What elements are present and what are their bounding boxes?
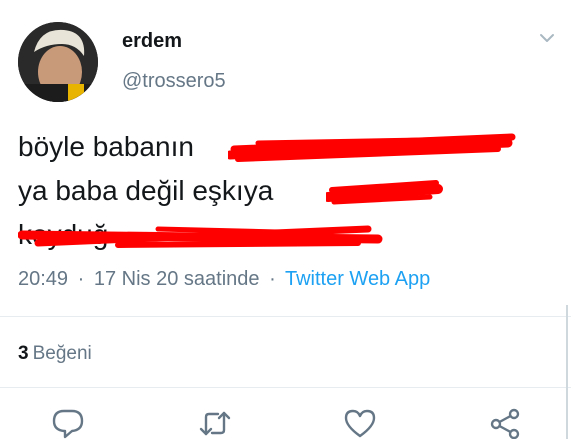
like-icon[interactable] [343,408,377,439]
meta-separator: · [77,268,85,290]
tweet-line-text: ya baba değil eşkıya [18,175,274,206]
chevron-down-icon[interactable] [537,30,557,46]
divider [0,316,571,317]
tweet-time[interactable]: 20:49 [18,268,68,290]
redaction-scribble [228,133,516,162]
tweet-line-text: koyduğ [18,219,109,250]
likes-count: 3 [18,343,29,364]
tweet-line: böyle babanın [18,125,516,169]
edge-marker [566,305,568,439]
tweet-line: koyduğ [18,213,383,257]
tweet-card: erdem @trossero5 böyle babanın ya baba d… [0,0,571,439]
display-name[interactable]: erdem [122,30,182,53]
meta-separator: · [269,268,276,290]
retweet-icon[interactable] [198,408,232,439]
tweet-line-text: böyle babanın [18,131,194,162]
reply-icon[interactable] [51,408,85,439]
avatar[interactable] [18,22,98,102]
avatar-image [18,22,98,102]
action-bar [0,408,571,439]
tweet-source-link[interactable]: Twitter Web App [285,268,430,290]
user-handle[interactable]: @trossero5 [122,70,226,93]
tweet-metadata: 20:49 · 17 Nis 20 saatinde · Twitter Web… [18,268,430,291]
tweet-line: ya baba değil eşkıya [18,169,443,213]
share-icon[interactable] [488,408,522,439]
tweet-date[interactable]: 17 Nis 20 saatinde [94,268,260,290]
redaction-scribble [326,180,443,205]
tweet-text: böyle babanın ya baba değil eşkıya koydu… [18,125,516,257]
likes-label: Beğeni [32,343,92,364]
likes-stat[interactable]: 3 Beğeni [18,343,92,365]
divider [0,387,571,388]
